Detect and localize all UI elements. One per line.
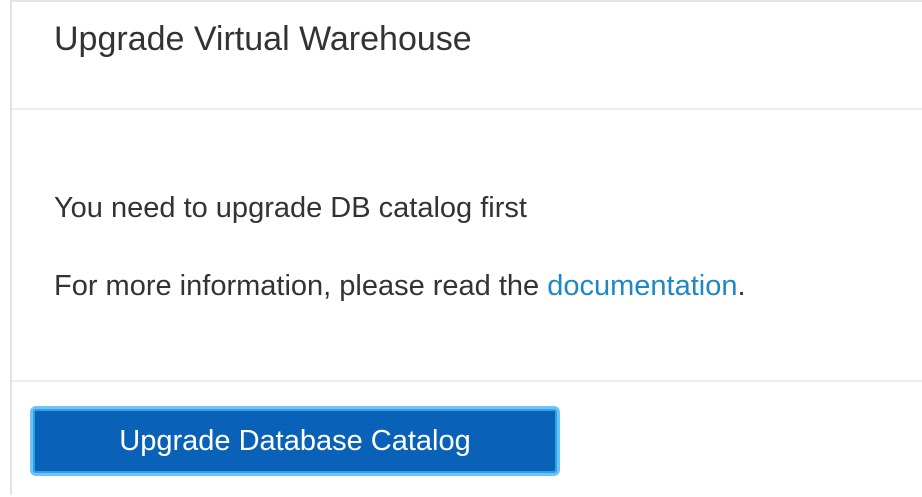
upgrade-database-catalog-button[interactable]: Upgrade Database Catalog	[30, 406, 560, 476]
more-info-message: For more information, please read the do…	[54, 270, 746, 303]
dialog-header: Upgrade Virtual Warehouse	[12, 2, 922, 110]
upgrade-dialog: Upgrade Virtual Warehouse You need to up…	[10, 0, 922, 495]
dialog-title: Upgrade Virtual Warehouse	[54, 20, 472, 58]
documentation-link[interactable]: documentation	[547, 270, 737, 302]
upgrade-requirement-message: You need to upgrade DB catalog first	[54, 192, 527, 224]
dialog-body: You need to upgrade DB catalog first For…	[12, 110, 922, 382]
more-info-text: For more information, please read the	[54, 270, 548, 302]
more-info-period: .	[737, 270, 746, 302]
dialog-footer: Upgrade Database Catalog	[12, 382, 922, 497]
